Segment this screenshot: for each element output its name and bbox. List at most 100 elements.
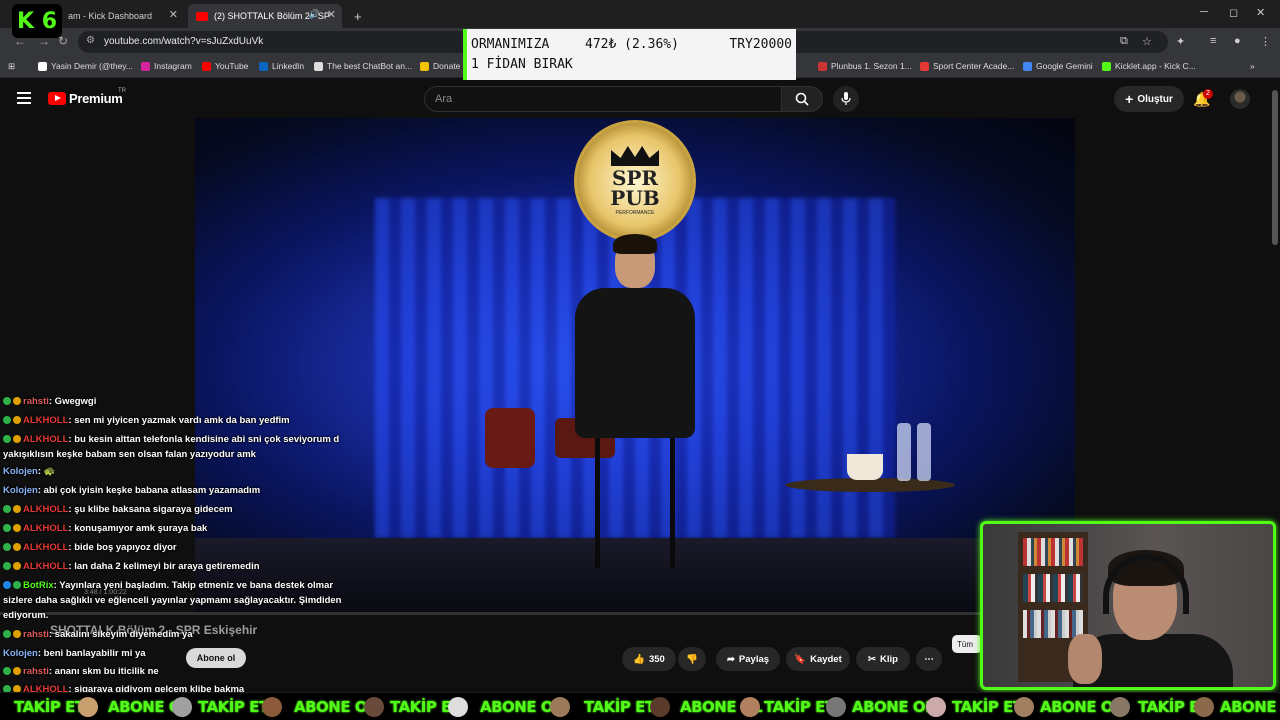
bookmark-chatbot[interactable]: The best ChatBot an... <box>314 61 412 71</box>
filter-chip-all[interactable]: Tüm <box>952 635 982 653</box>
bookmark-label: The best ChatBot an... <box>327 61 413 71</box>
bookmark-plunbus[interactable]: Plunbus 1. Sezon 1... <box>818 61 912 71</box>
profile-icon[interactable]: ● <box>1234 35 1241 47</box>
chat-username[interactable]: ALKHOLL <box>23 434 68 445</box>
bookmark-donate[interactable]: Donate B <box>420 61 468 71</box>
close-icon[interactable]: ✕ <box>169 8 178 21</box>
new-tab-button[interactable]: + <box>346 4 364 28</box>
like-button[interactable]: 👍 350 <box>622 647 676 671</box>
bookmark-kicklet[interactable]: Kicklet.app - Kick C... <box>1102 61 1196 71</box>
chat-text: : konuşamıyor amk şuraya bak <box>68 523 208 534</box>
create-label: Oluştur <box>1137 93 1173 105</box>
ticker-emote-icon <box>78 697 98 717</box>
donation-goal-overlay: ORMANIMIZA 472₺ (2.36%) TRY20000 1 FİDAN… <box>463 29 796 81</box>
bookmark-youtube[interactable]: YouTube <box>202 61 248 71</box>
chat-badge-icon <box>3 562 11 570</box>
chat-username[interactable]: ALKHOLL <box>23 684 68 692</box>
save-button[interactable]: 🔖 Kaydet <box>786 647 850 671</box>
bookmark-label: Kicklet.app - Kick C... <box>1115 61 1196 71</box>
tab-youtube-video[interactable]: (2) SHOTTALK Bölüm 2 - SP 🔊 ✕ <box>188 4 342 28</box>
chat-username[interactable]: ALKHOLL <box>23 523 68 534</box>
chat-text: : şu klibe baksana sigaraya gidecem <box>68 504 233 515</box>
chat-username[interactable]: ALKHOLL <box>23 561 68 572</box>
chat-badge-icon <box>3 397 11 405</box>
save-label: Kaydet <box>810 653 842 665</box>
hamburger-menu-icon[interactable] <box>17 92 31 104</box>
chat-username[interactable]: rahsti <box>23 396 49 407</box>
menu-dots-icon[interactable]: ⋮ <box>1260 35 1271 48</box>
chat-badge-icon <box>13 397 21 405</box>
chat-badge-icon <box>3 416 11 424</box>
chat-message: ALKHOLL: bu kesin alttan telefonla kendi… <box>3 434 339 445</box>
dislike-button[interactable]: 👎 <box>678 647 706 671</box>
chat-text: : 🐢 <box>37 466 56 477</box>
minimize-icon[interactable]: ─ <box>1200 6 1208 18</box>
chat-username[interactable]: ALKHOLL <box>23 542 68 553</box>
tab-label: am - Kick Dashboard <box>68 11 153 21</box>
youtube-logo-icon[interactable] <box>48 92 66 105</box>
webcam-overlay <box>980 521 1276 690</box>
search-input[interactable]: Ara <box>424 86 782 112</box>
maximize-icon[interactable]: ◻ <box>1229 6 1238 19</box>
clip-label: Klip <box>880 653 898 665</box>
chat-message: Kolojen: 🐢 <box>3 466 55 477</box>
chat-username[interactable]: Kolojen <box>3 648 38 659</box>
share-icon: ➦ <box>726 653 735 665</box>
window-close-icon[interactable]: ✕ <box>1256 6 1265 19</box>
bookmark-sport-center[interactable]: Sport Center Acade... <box>920 61 1014 71</box>
media-icon[interactable]: ≡ <box>1210 35 1216 47</box>
chat-username[interactable]: rahsti <box>23 666 49 677</box>
ticker-emote-icon <box>826 697 846 717</box>
bookmark-x[interactable]: Yasin Demir (@they... <box>38 61 133 71</box>
extensions-icon[interactable]: ✦ <box>1176 35 1185 48</box>
like-count: 350 <box>648 653 665 665</box>
plus-icon: + <box>1125 91 1134 107</box>
chat-badge-icon <box>3 524 11 532</box>
bookmark-icon: 🔖 <box>794 653 807 665</box>
chat-username[interactable]: ALKHOLL <box>23 415 68 426</box>
ticker-emote-icon <box>1014 697 1034 717</box>
close-icon[interactable]: ✕ <box>327 8 336 21</box>
bookmark-linkedin[interactable]: LinkedIn <box>259 61 304 71</box>
bookmark-gemini[interactable]: Google Gemini <box>1023 61 1093 71</box>
chat-username[interactable]: rahsti <box>23 629 49 640</box>
microphone-icon <box>841 92 851 105</box>
share-button[interactable]: ➦ Paylaş <box>716 647 780 671</box>
bookmark-label: Instagram <box>154 61 192 71</box>
ticker-follow-text: TAKİP ET <box>764 698 835 716</box>
chat-message: ALKHOLL: lan daha 2 kelimeyi bir araya g… <box>3 561 260 572</box>
clip-button[interactable]: ✂ Klip <box>856 647 910 671</box>
chat-username[interactable]: Kolojen <box>3 466 38 477</box>
chevron-right-icon[interactable]: » <box>1250 61 1255 71</box>
ticker-emote-icon <box>926 697 946 717</box>
chat-message: yakışıklısın keşke babam sen olsan falan… <box>3 449 256 460</box>
chat-badge-icon <box>13 685 21 692</box>
voice-search-button[interactable] <box>833 86 859 112</box>
chat-badge-icon <box>13 543 21 551</box>
cast-icon[interactable]: ⧉ <box>1120 35 1128 48</box>
avatar[interactable] <box>1230 89 1250 109</box>
chat-username[interactable]: Kolojen <box>3 485 38 496</box>
more-actions-button[interactable]: ⋯ <box>916 647 942 671</box>
search-button[interactable] <box>781 86 823 112</box>
chat-message: Kolojen: beni banlayabilir mi ya <box>3 648 146 659</box>
chat-username[interactable]: BotRix <box>23 580 54 591</box>
tab-kick-dashboard[interactable]: am - Kick Dashboard ✕ <box>44 4 184 28</box>
chat-text: : bu kesin alttan telefonla kendisine ab… <box>68 434 340 445</box>
kick-logo: K 6 <box>12 4 62 38</box>
page-scrollbar[interactable] <box>1272 90 1278 245</box>
water-bottle <box>897 423 911 481</box>
bookmark-star-icon[interactable]: ☆ <box>1142 35 1152 48</box>
create-button[interactable]: + Oluştur <box>1114 86 1184 112</box>
youtube-brand[interactable]: Premium <box>69 91 123 106</box>
apps-grid-icon[interactable]: ⊞ <box>8 61 15 72</box>
site-info-icon[interactable]: ⚙ <box>86 35 95 46</box>
performer <box>565 234 705 568</box>
chat-text: : bide boş yapıyoz diyor <box>68 542 177 553</box>
performer-hair <box>613 234 657 254</box>
browser-tab-strip: am - Kick Dashboard ✕ (2) SHOTTALK Bölüm… <box>0 0 1280 28</box>
chat-message: rahsti: sakalını sikeyim diyemedim ya <box>3 629 193 640</box>
chat-username[interactable]: ALKHOLL <box>23 504 68 515</box>
bookmark-instagram[interactable]: Instagram <box>141 61 192 71</box>
stream-chat-overlay: rahsti: Gwegwgi ALKHOLL: sen mi yiyicen y… <box>0 396 342 692</box>
